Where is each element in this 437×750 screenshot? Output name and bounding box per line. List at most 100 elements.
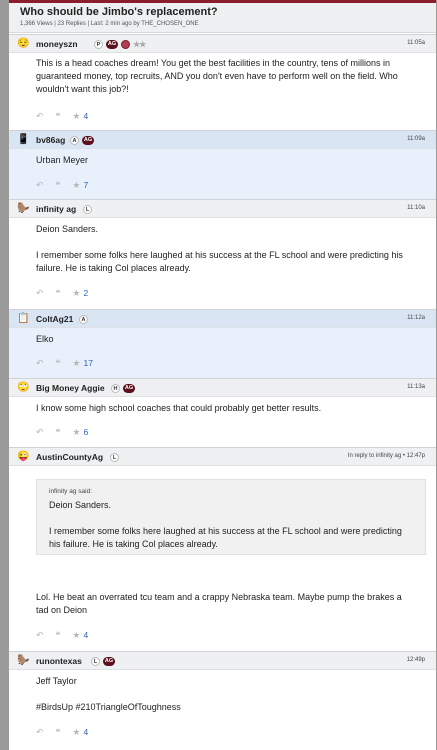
user-badges: A AG — [70, 135, 94, 145]
quote-icon[interactable]: ❝ — [56, 111, 61, 121]
post-header: 🦫 infinity ag L 11:10a — [9, 199, 436, 218]
username[interactable]: AustinCountyAg — [36, 452, 103, 462]
post-austincountyag: 😜 AustinCountyAg L In reply to infinity … — [9, 447, 436, 651]
star-button[interactable]: ★ 4 — [72, 630, 88, 640]
post-actions: ↶ ❝ ★ 4 — [36, 111, 88, 121]
quote-icon[interactable]: ❝ — [56, 358, 61, 368]
star-icon: ★ — [72, 630, 81, 640]
post-moneyszn: 😌 moneyszn P AG ★★ 11:05a This is a head… — [9, 34, 436, 130]
post-coltag21: 📋 ColtAg21 A 11:12a Elko ↶ ❝ ★ 17 — [9, 309, 436, 378]
username[interactable]: Big Money Aggie — [36, 383, 105, 393]
post-time: 11:09a — [407, 136, 425, 142]
username[interactable]: moneyszn — [36, 39, 78, 49]
star-button[interactable]: ★ 4 — [72, 727, 88, 737]
quote-paragraph: I remember some folks here laughed at hi… — [49, 526, 402, 549]
user-badges: A — [79, 314, 88, 324]
quote-icon[interactable]: ❝ — [56, 180, 61, 190]
post-text: Lol. He beat an overrated tcu team and a… — [36, 592, 402, 615]
badge-ag: AG — [123, 383, 135, 393]
post-time: 11:05a — [407, 40, 425, 46]
post-actions: ↶ ❝ ★ 4 — [36, 630, 88, 640]
star-count: 6 — [83, 427, 89, 437]
badge-l: L — [91, 656, 100, 666]
reply-icon[interactable]: ↶ — [36, 288, 44, 298]
eye-roll-face-icon[interactable]: 🙄 — [17, 382, 29, 393]
post-header: 📋 ColtAg21 A 11:12a — [9, 309, 436, 328]
user-badges: L — [83, 204, 92, 214]
reply-icon[interactable]: ↶ — [36, 427, 44, 437]
star-icon: ★ — [72, 288, 81, 298]
quote-icon[interactable]: ❝ — [56, 288, 61, 298]
badge-p: P — [94, 39, 103, 49]
username[interactable]: runontexas — [36, 656, 82, 666]
post-header: 🙄 Big Money Aggie H AG 11:13a — [9, 378, 436, 397]
post-text: Elko — [36, 334, 54, 344]
badge-a: A — [70, 135, 79, 145]
quote-icon[interactable]: ❝ — [56, 427, 61, 437]
user-badges: H AG — [111, 383, 135, 393]
badge-l: L — [83, 204, 92, 214]
animal-icon[interactable]: 🦫 — [17, 655, 29, 666]
post-time: 12:49p — [406, 657, 425, 663]
document-icon[interactable]: 📋 — [17, 313, 29, 324]
post-header: 📱 bv86ag A AG 11:09a — [9, 130, 436, 149]
post-text: I know some high school coaches that cou… — [36, 403, 322, 413]
reply-icon[interactable]: ↶ — [36, 727, 44, 737]
phone-icon[interactable]: 📱 — [17, 134, 29, 145]
star-button[interactable]: ★ 17 — [72, 358, 93, 368]
post-body: Deion Sanders. I remember some folks her… — [36, 223, 414, 275]
star-button[interactable]: ★ 4 — [72, 111, 88, 121]
reply-icon[interactable]: ↶ — [36, 630, 44, 640]
user-badges: L — [110, 452, 119, 462]
reply-icon[interactable]: ↶ — [36, 111, 44, 121]
quote-icon[interactable]: ❝ — [56, 727, 61, 737]
star-count: 4 — [83, 630, 89, 640]
post-body: Jeff Taylor #BirdsUp #210TriangleOfTough… — [36, 675, 414, 714]
animal-icon[interactable]: 🦫 — [17, 203, 29, 214]
in-reply-to-link[interactable]: In reply to infinity ag • 12:47p — [348, 453, 425, 459]
user-badges: L AG — [91, 656, 115, 666]
post-time: 11:12a — [407, 315, 425, 321]
star-button[interactable]: ★ 6 — [72, 427, 88, 437]
post-time: 11:13a — [407, 384, 425, 390]
post-text: Deion Sanders. — [36, 224, 99, 234]
badge-h: H — [111, 383, 120, 393]
winking-face-icon[interactable]: 😜 — [17, 451, 29, 462]
username[interactable]: ColtAg21 — [36, 314, 73, 324]
post-actions: ↶ ❝ ★ 6 — [36, 427, 88, 437]
star-count: 4 — [83, 111, 89, 121]
post-header: 🦫 runontexas L AG 12:49p — [9, 651, 436, 670]
post-actions: ↶ ❝ ★ 7 — [36, 180, 88, 190]
post-actions: ↶ ❝ ★ 4 — [36, 727, 88, 737]
user-badges: P AG ★★ — [94, 39, 146, 49]
badge-l: L — [110, 452, 119, 462]
username[interactable]: bv86ag — [36, 135, 65, 145]
star-icon: ★ — [72, 727, 81, 737]
post-text: This is a head coaches dream! You get th… — [36, 58, 398, 94]
post-text: Jeff Taylor — [36, 676, 77, 686]
post-body: Urban Meyer — [36, 154, 414, 167]
reply-icon[interactable]: ↶ — [36, 180, 44, 190]
star-count: 17 — [83, 358, 93, 368]
star-button[interactable]: ★ 2 — [72, 288, 88, 298]
post-body: Lol. He beat an overrated tcu team and a… — [36, 591, 414, 617]
post-infinity-ag: 🦫 infinity ag L 11:10a Deion Sanders. I … — [9, 199, 436, 309]
relieved-face-icon[interactable]: 😌 — [17, 38, 29, 49]
badge-ag: AG — [106, 39, 118, 49]
quote-header: infinity ag said: — [49, 488, 92, 495]
post-body: This is a head coaches dream! You get th… — [36, 57, 414, 96]
star-icon: ★ — [72, 358, 81, 368]
reply-icon[interactable]: ↶ — [36, 358, 44, 368]
star-count: 2 — [83, 288, 89, 298]
star-icon: ★ — [72, 180, 81, 190]
username[interactable]: infinity ag — [36, 204, 76, 214]
post-runontexas: 🦫 runontexas L AG 12:49p Jeff Taylor #Bi… — [9, 651, 436, 750]
post-bv86ag: 📱 bv86ag A AG 11:09a Urban Meyer ↶ ❝ ★ 7 — [9, 130, 436, 199]
post-body: Elko — [36, 333, 414, 346]
post-text: I remember some folks here laughed at hi… — [36, 250, 403, 273]
quote-icon[interactable]: ❝ — [56, 630, 61, 640]
star-count: 4 — [83, 727, 89, 737]
thread-title: Who should be Jimbo's replacement? — [20, 6, 218, 18]
post-actions: ↶ ❝ ★ 2 — [36, 288, 88, 298]
star-button[interactable]: ★ 7 — [72, 180, 88, 190]
